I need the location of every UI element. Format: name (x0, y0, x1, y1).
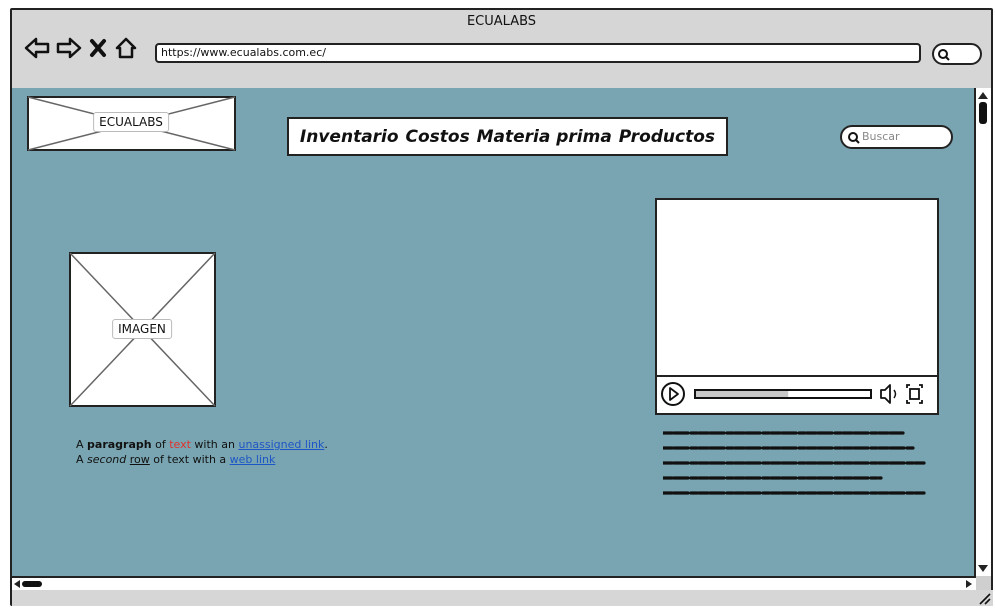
fullscreen-icon[interactable] (906, 384, 923, 404)
sample-paragraph: A paragraph of text with an unassigned l… (76, 437, 328, 467)
stop-icon[interactable] (88, 36, 108, 60)
paragraph-line-1: A paragraph of text with an unassigned l… (76, 437, 328, 452)
web-link[interactable]: web link (230, 453, 276, 466)
play-icon[interactable] (661, 382, 685, 406)
scroll-up-icon[interactable] (978, 92, 988, 99)
menu-item-costos[interactable]: Costos (405, 127, 469, 147)
menu-item-productos[interactable]: Productos (619, 127, 715, 147)
vertical-scroll-thumb[interactable] (979, 102, 987, 124)
logo-label: ECUALABS (93, 112, 169, 132)
red-text: text (169, 438, 191, 451)
search-input[interactable]: Buscar (840, 125, 953, 149)
search-icon (937, 47, 951, 66)
back-icon[interactable] (24, 36, 50, 60)
home-icon[interactable] (114, 36, 138, 60)
underlined-text: row (129, 453, 150, 466)
volume-icon[interactable] (880, 384, 897, 404)
horizontal-scrollbar[interactable] (12, 576, 976, 590)
vertical-scrollbar[interactable] (974, 88, 991, 576)
unassigned-link[interactable]: unassigned link (238, 438, 324, 451)
browser-toolbar: ECUALABS https://www.ecualabs.com.ec/ (12, 10, 991, 90)
text-placeholder-block (661, 429, 928, 515)
image-label: IMAGEN (112, 319, 172, 339)
menu-item-materia-prima[interactable]: Materia prima (477, 127, 612, 147)
window-title: ECUALABS (466, 14, 537, 29)
text: with an (190, 438, 239, 451)
scroll-down-icon[interactable] (978, 565, 988, 572)
menu-item-inventario[interactable]: Inventario (300, 127, 399, 147)
forward-icon[interactable] (56, 36, 82, 60)
logo-placeholder: ECUALABS (27, 96, 236, 151)
bold-text: paragraph (87, 438, 152, 451)
browser-window: ECUALABS https://www.ecualabs.com.ec/ EC… (10, 8, 993, 606)
text: of text with a (149, 453, 230, 466)
address-bar[interactable]: https://www.ecualabs.com.ec/ (155, 43, 921, 63)
image-placeholder: IMAGEN (69, 252, 216, 407)
text: A (76, 453, 88, 466)
page-content: ECUALABS Inventario Costos Materia prima… (12, 88, 976, 576)
text: . (324, 438, 328, 451)
text: of (151, 438, 170, 451)
video-progress-fill (696, 391, 789, 397)
search-icon (847, 130, 861, 149)
video-player[interactable] (655, 198, 939, 415)
video-controls (657, 375, 937, 413)
status-bar (12, 590, 993, 606)
browser-search-button[interactable] (932, 43, 982, 65)
text: A (76, 438, 88, 451)
italic-text: second (87, 453, 127, 466)
scroll-left-icon[interactable] (14, 580, 20, 588)
paragraph-line-2: A second row of text with a web link (76, 452, 328, 467)
main-menu: Inventario Costos Materia prima Producto… (287, 117, 728, 156)
horizontal-scroll-thumb[interactable] (22, 581, 42, 587)
resize-grip-icon[interactable] (977, 591, 991, 605)
scroll-right-icon[interactable] (966, 580, 972, 588)
navigation-buttons (24, 36, 138, 60)
search-placeholder: Buscar (862, 130, 900, 143)
